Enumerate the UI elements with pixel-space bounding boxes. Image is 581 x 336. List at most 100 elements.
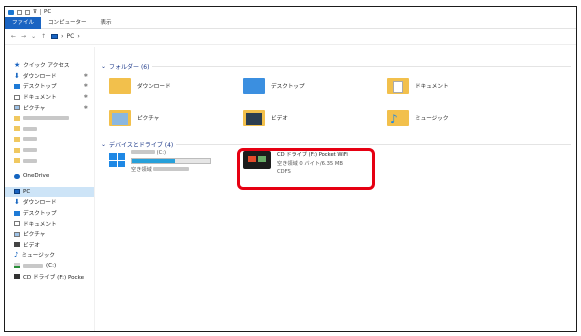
new-folder-icon[interactable] bbox=[25, 9, 30, 15]
music-icon: ♪ bbox=[14, 251, 19, 260]
download-icon: ⬇ bbox=[14, 71, 20, 80]
folder-icon bbox=[8, 9, 14, 15]
folder-icon bbox=[14, 126, 20, 132]
navigation-pane: ★ クイック アクセス ⬇ ダウンロード ✱ デスクトップ ✱ ドキュメント ✱ ピクチャ… bbox=[5, 47, 95, 331]
nav-pc-pictures[interactable]: ピクチャ bbox=[5, 229, 94, 240]
up-button[interactable]: ↑ bbox=[41, 33, 46, 40]
breadcrumb-pc[interactable]: PC bbox=[67, 33, 75, 40]
pin-icon: ✱ bbox=[83, 94, 88, 101]
nav-pc[interactable]: PC bbox=[5, 186, 94, 198]
nav-folder-redacted[interactable] bbox=[5, 155, 94, 166]
folder-label: ドキュメント bbox=[415, 84, 449, 90]
pin-icon: ✱ bbox=[83, 104, 88, 111]
folder-label: ミュージック bbox=[415, 116, 449, 122]
nav-quick-pictures[interactable]: ピクチャ ✱ bbox=[5, 102, 94, 113]
usage-bar bbox=[131, 158, 211, 164]
videos-folder-icon bbox=[243, 110, 265, 126]
nav-pc-music[interactable]: ♪ ミュージック bbox=[5, 250, 94, 261]
group-divider bbox=[176, 144, 571, 145]
redacted-label bbox=[23, 137, 37, 142]
nav-label: OneDrive bbox=[23, 173, 50, 180]
usage-fill bbox=[132, 159, 175, 163]
local-drive-tile[interactable]: (C:) 空き領域 bbox=[109, 150, 211, 173]
free-space: 空き領域 bbox=[131, 166, 211, 173]
title-separator bbox=[40, 9, 42, 15]
redacted-label bbox=[153, 167, 190, 171]
folder-pictures[interactable]: ピクチャ bbox=[109, 110, 159, 126]
nav-label: (C:) bbox=[46, 262, 57, 269]
nav-pc-videos[interactable]: ビデオ bbox=[5, 240, 94, 251]
nav-pc-documents[interactable]: ドキュメント bbox=[5, 218, 94, 229]
nav-cd-drive[interactable]: CD ドライブ (F:) Pocke bbox=[5, 271, 94, 282]
address-bar: ← → ⌄ ↑ › PC › bbox=[5, 29, 576, 45]
nav-quick-desktop[interactable]: デスクトップ ✱ bbox=[5, 81, 94, 92]
breadcrumb-sep: › bbox=[61, 33, 64, 40]
drive-info: (C:) 空き領域 bbox=[131, 150, 211, 173]
nav-label: PC bbox=[23, 188, 31, 195]
pc-icon bbox=[51, 34, 59, 39]
folder-label: ダウンロード bbox=[137, 84, 171, 90]
nav-label: デスクトップ bbox=[23, 84, 57, 91]
windows-drive-icon bbox=[109, 153, 125, 167]
nav-folder-redacted[interactable] bbox=[5, 134, 94, 145]
pin-icon: ✱ bbox=[83, 72, 88, 79]
chevron-down-icon: ⌄ bbox=[101, 141, 107, 148]
ribbon-tabs: ファイル コンピューター 表示 bbox=[5, 16, 576, 29]
folder-label: ピクチャ bbox=[137, 116, 160, 122]
nav-label: ダウンロード bbox=[22, 73, 57, 80]
back-button[interactable]: ← bbox=[11, 33, 16, 40]
nav-quick-access[interactable]: ★ クイック アクセス bbox=[5, 60, 94, 71]
tab-view[interactable]: 表示 bbox=[94, 17, 119, 29]
breadcrumb-sep: › bbox=[77, 33, 80, 40]
group-title: フォルダー (6) bbox=[109, 64, 150, 71]
window-title: PC bbox=[44, 9, 52, 15]
free-prefix: 空き領域 bbox=[131, 167, 152, 173]
music-folder-icon: ♪ bbox=[387, 110, 409, 126]
highlight-callout bbox=[237, 148, 375, 190]
quick-toolbar-dropdown[interactable]: ⊽ bbox=[33, 9, 37, 15]
nav-folder-redacted[interactable] bbox=[5, 113, 94, 124]
nav-folder-redacted[interactable] bbox=[5, 124, 94, 135]
documents-folder-icon bbox=[387, 78, 409, 94]
nav-folder-redacted[interactable] bbox=[5, 145, 94, 156]
group-divider bbox=[152, 66, 571, 67]
nav-quick-documents[interactable]: ドキュメント ✱ bbox=[5, 92, 94, 103]
drive-icon bbox=[14, 263, 20, 269]
nav-local-drive[interactable]: (C:) bbox=[5, 261, 94, 272]
redacted-label bbox=[23, 263, 43, 268]
nav-label: デスクトップ bbox=[23, 211, 57, 218]
recent-dropdown[interactable]: ⌄ bbox=[31, 33, 36, 40]
document-icon bbox=[14, 221, 20, 227]
drive-name: (C:) bbox=[131, 150, 211, 156]
pictures-icon bbox=[14, 231, 20, 237]
pc-icon bbox=[14, 189, 20, 195]
redacted-label bbox=[23, 116, 69, 121]
desktop-folder-icon bbox=[243, 78, 265, 94]
redacted-label bbox=[131, 150, 155, 154]
folder-desktop[interactable]: デスクトップ bbox=[243, 78, 305, 94]
folder-documents[interactable]: ドキュメント bbox=[387, 78, 449, 94]
forward-button[interactable]: → bbox=[21, 33, 26, 40]
video-icon bbox=[14, 242, 20, 248]
title-bar: ⊽ PC bbox=[5, 7, 576, 17]
nav-label: ピクチャ bbox=[23, 105, 46, 112]
folders-group-header[interactable]: ⌄ フォルダー (6) bbox=[101, 62, 571, 71]
nav-quick-downloads[interactable]: ⬇ ダウンロード ✱ bbox=[5, 71, 94, 82]
nav-pc-downloads[interactable]: ⬇ ダウンロード bbox=[5, 197, 94, 208]
nav-onedrive[interactable]: OneDrive bbox=[5, 171, 94, 182]
nav-label: ドキュメント bbox=[23, 221, 57, 228]
folder-music[interactable]: ♪ ミュージック bbox=[387, 110, 448, 126]
breadcrumb[interactable]: › PC › bbox=[51, 33, 80, 40]
cloud-icon bbox=[14, 173, 20, 179]
folder-icon bbox=[14, 136, 20, 142]
tab-computer[interactable]: コンピューター bbox=[41, 17, 94, 29]
save-icon[interactable] bbox=[17, 9, 22, 15]
folder-videos[interactable]: ビデオ bbox=[243, 110, 288, 126]
cd-drive-icon bbox=[14, 274, 20, 280]
redacted-label bbox=[23, 148, 37, 153]
tab-file[interactable]: ファイル bbox=[5, 16, 42, 29]
nav-label: CD ドライブ (F:) Pocke bbox=[23, 274, 85, 281]
folder-downloads[interactable]: ダウンロード bbox=[109, 78, 171, 94]
explorer-window: ⊽ PC ファイル コンピューター 表示 ← → ⌄ ↑ › PC › ★ クイッ… bbox=[4, 6, 577, 332]
nav-pc-desktop[interactable]: デスクトップ bbox=[5, 208, 94, 219]
